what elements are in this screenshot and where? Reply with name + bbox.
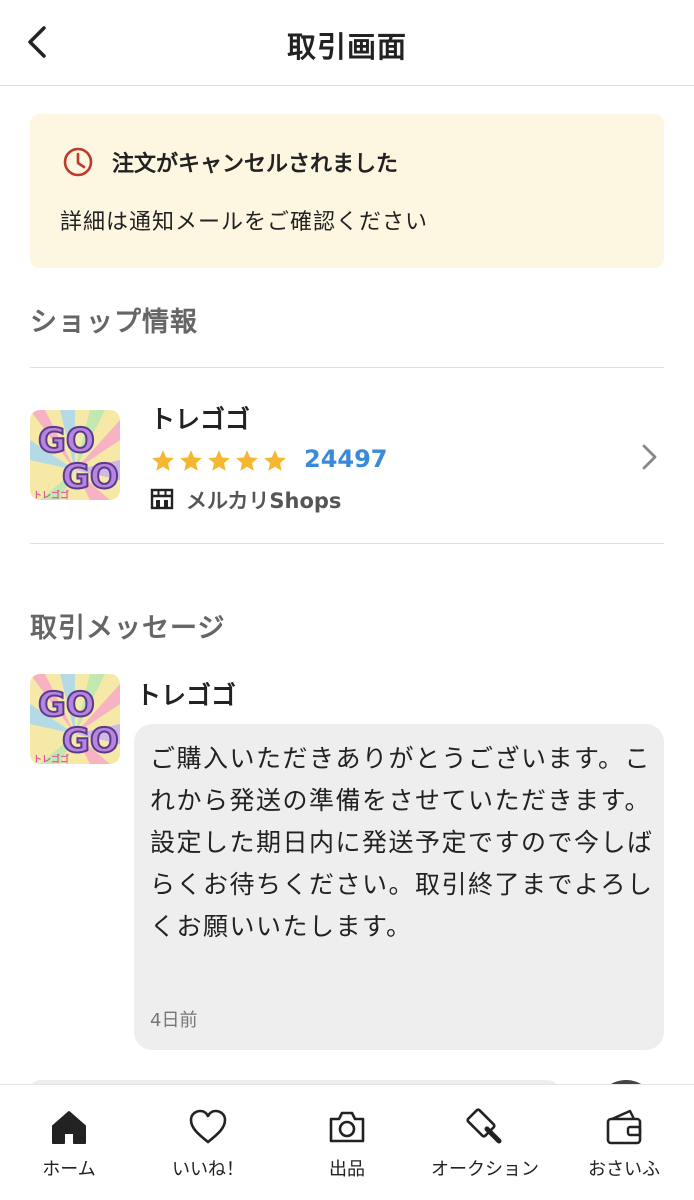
gavel-icon bbox=[466, 1108, 502, 1144]
star-icon bbox=[180, 450, 202, 471]
star-icon bbox=[208, 450, 230, 471]
alert-message: 詳細は通知メールをご確認ください bbox=[60, 210, 429, 235]
camera-icon bbox=[329, 1111, 365, 1143]
star-icon bbox=[152, 450, 174, 471]
star-icon bbox=[236, 450, 258, 471]
message-text: ご購入いただきありがとうございます。これから発送の準備をさせていただきます。設定… bbox=[150, 744, 654, 941]
message-sender-name: トレゴゴ bbox=[136, 681, 237, 710]
bottom-tab-bar: ホーム いいね！ 出品 オークション おさいふ bbox=[0, 1084, 694, 1200]
tab-label: いいね！ bbox=[172, 1159, 244, 1180]
tab-label: おさいふ bbox=[588, 1159, 660, 1180]
shops-badge-label: メルカリShops bbox=[186, 489, 342, 513]
logo-text-2: GO bbox=[62, 457, 119, 497]
alert-title: 注文がキャンセルされました bbox=[112, 152, 399, 177]
rating-count: 24497 bbox=[304, 445, 388, 473]
logo-text-1: GO bbox=[38, 421, 95, 461]
tab-label: オークション bbox=[431, 1159, 539, 1180]
message-timestamp: 4日前 bbox=[150, 1010, 198, 1031]
tab-likes[interactable]: いいね！ bbox=[139, 1085, 277, 1200]
logo-text-1: GO bbox=[38, 685, 95, 725]
tab-label: ホーム bbox=[42, 1159, 96, 1180]
shop-name: トレゴゴ bbox=[150, 405, 251, 434]
tab-auction[interactable]: オークション bbox=[416, 1085, 554, 1200]
logo-text-2: GO bbox=[62, 721, 119, 761]
sender-avatar: GO GO トレゴゴ bbox=[30, 674, 120, 764]
star-icon bbox=[264, 450, 286, 471]
tab-sell[interactable]: 出品 bbox=[278, 1085, 416, 1200]
rating-stars bbox=[150, 448, 288, 474]
divider bbox=[30, 543, 664, 544]
logo-text-3: トレゴゴ bbox=[33, 753, 69, 764]
tab-home[interactable]: ホーム bbox=[0, 1085, 138, 1200]
logo-text-3: トレゴゴ bbox=[33, 489, 69, 500]
shop-logo: GO GO トレゴゴ bbox=[30, 410, 120, 500]
header-bar: 取引画面 bbox=[0, 0, 694, 86]
heart-icon bbox=[189, 1109, 227, 1144]
home-icon bbox=[52, 1111, 86, 1144]
chevron-right-icon bbox=[642, 444, 657, 470]
divider bbox=[30, 367, 664, 368]
clock-icon bbox=[63, 147, 93, 177]
shop-section-title: ショップ情報 bbox=[30, 307, 198, 338]
tab-label: 出品 bbox=[329, 1159, 365, 1180]
message-section-title: 取引メッセージ bbox=[30, 613, 226, 644]
shop-info-row[interactable]: GO GO トレゴゴ トレゴゴ 24497 メルカリShops bbox=[0, 370, 694, 542]
wallet-icon bbox=[606, 1109, 642, 1145]
message-bubble: ご購入いただきありがとうございます。これから発送の準備をさせていただきます。設定… bbox=[134, 724, 664, 1050]
page-title: 取引画面 bbox=[286, 30, 407, 64]
cancel-alert: 注文がキャンセルされました 詳細は通知メールをご確認ください bbox=[30, 114, 664, 268]
storefront-icon bbox=[150, 488, 174, 510]
tab-wallet[interactable]: おさいふ bbox=[555, 1085, 693, 1200]
